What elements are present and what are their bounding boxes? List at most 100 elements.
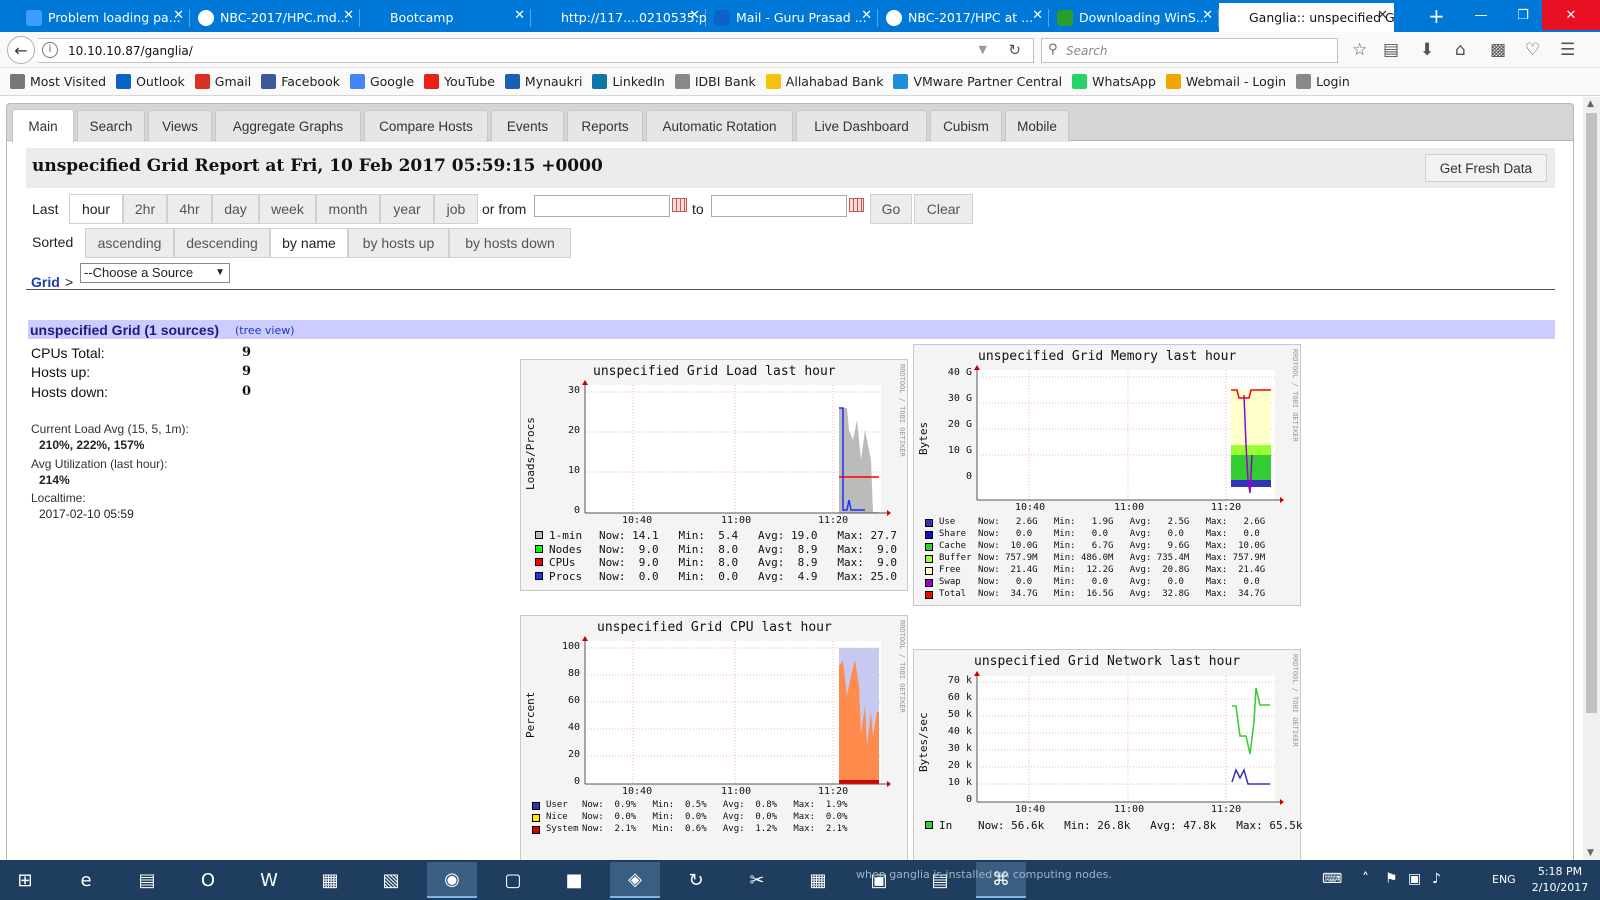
language-indicator[interactable]: ENG (1492, 873, 1516, 886)
home-icon[interactable]: ⌂ (1455, 40, 1466, 60)
firefox-icon[interactable]: ◉ (427, 862, 477, 898)
scroll-down-icon[interactable]: ▼ (1587, 848, 1594, 858)
sort-ascending[interactable]: ascending (85, 228, 174, 258)
close-icon[interactable]: ✕ (343, 8, 354, 23)
range-day[interactable]: day (212, 194, 259, 224)
bookmark-item[interactable]: Webmail - Login (1165, 74, 1286, 89)
pocket-icon[interactable]: ♡ (1525, 40, 1540, 60)
outlook-icon[interactable]: O (183, 862, 233, 898)
back-button[interactable]: ← (7, 36, 35, 64)
close-icon[interactable]: ✕ (861, 8, 872, 23)
extension-icon[interactable]: ▩ (1490, 40, 1506, 60)
network-graph[interactable]: unspecified Grid Network last hour Bytes… (913, 649, 1303, 860)
get-fresh-data-button[interactable]: Get Fresh Data (1424, 154, 1547, 182)
bookmark-item[interactable]: YouTube (424, 74, 495, 89)
range-month[interactable]: month (316, 194, 380, 224)
reload-icon[interactable]: ↻ (1008, 41, 1021, 59)
close-icon[interactable]: ✕ (173, 8, 184, 23)
sort-by-name[interactable]: by name (270, 228, 348, 258)
bookmark-item[interactable]: VMware Partner Central (893, 74, 1062, 89)
close-icon[interactable]: ✕ (1202, 8, 1213, 23)
network-app-icon[interactable]: ◈ (610, 862, 660, 898)
info-icon[interactable]: i (42, 42, 58, 58)
tab-views[interactable]: Views (148, 110, 212, 142)
chevron-up-icon[interactable]: ˄ (1362, 871, 1369, 887)
calendar-from-icon[interactable] (672, 198, 687, 212)
taskbar-clock[interactable]: 5:18 PM 2/10/2017 (1530, 864, 1590, 896)
command-prompt-icon[interactable]: ■ (549, 862, 599, 898)
bookmark-item[interactable]: Most Visited (10, 74, 106, 89)
file-explorer-icon[interactable]: ▤ (122, 862, 172, 898)
range-week[interactable]: week (259, 194, 316, 224)
windows-start-icon[interactable]: ⊞ (0, 862, 50, 898)
close-icon[interactable]: ✕ (1032, 8, 1043, 23)
tab-mobile[interactable]: Mobile (1005, 110, 1069, 142)
range-hour[interactable]: hour (69, 194, 123, 224)
close-icon[interactable]: ✕ (514, 8, 525, 23)
close-icon[interactable]: ✕ (689, 8, 700, 23)
sort-by-hosts-up[interactable]: by hosts up (348, 228, 449, 258)
bookmark-item[interactable]: Allahabad Bank (765, 74, 883, 89)
word-icon[interactable]: W (244, 862, 294, 898)
browser-tab[interactable]: NBC-2017/HPC at ... ✕ (878, 3, 1049, 32)
go-button[interactable]: Go (870, 194, 912, 224)
scroll-up-icon[interactable]: ▲ (1587, 99, 1594, 109)
internet-explorer-icon[interactable]: e (61, 862, 111, 898)
tab-live-dashboard[interactable]: Live Dashboard (796, 110, 927, 142)
refresh-app-icon[interactable]: ↻ (671, 862, 721, 898)
control-panel-icon[interactable]: ▦ (305, 862, 355, 898)
bookmark-item[interactable]: IDBI Bank (674, 74, 756, 89)
tab-events[interactable]: Events (491, 110, 564, 142)
calculator-icon[interactable]: ▦ (793, 862, 843, 898)
app-window-icon[interactable]: ▢ (488, 862, 538, 898)
tab-reports[interactable]: Reports (567, 110, 643, 142)
browser-tab[interactable]: Mail - Guru Prasad ... ✕ (706, 3, 878, 32)
snipping-tool-icon[interactable]: ✂ (732, 862, 782, 898)
bookmark-item[interactable]: Outlook (116, 74, 185, 89)
range-4hr[interactable]: 4hr (167, 194, 212, 224)
flag-icon[interactable]: ⚑ (1385, 871, 1398, 887)
bookmark-item[interactable]: Gmail (194, 74, 251, 89)
bookmark-item[interactable]: Login (1296, 74, 1350, 89)
tab-search[interactable]: Search (77, 110, 145, 142)
grid-link[interactable]: Grid (31, 274, 60, 290)
browser-tab[interactable]: NBC-2017/HPC.md... ✕ (190, 3, 360, 32)
source-select[interactable]: --Choose a Source ▼ (80, 263, 230, 283)
keyboard-icon[interactable]: ⌨ (1322, 871, 1342, 887)
range-year[interactable]: year (380, 194, 434, 224)
bookmark-item[interactable]: Facebook (261, 74, 340, 89)
browser-tab[interactable]: Problem loading pa... ✕ (18, 3, 190, 32)
memory-graph[interactable]: unspecified Grid Memory last hour Bytes … (913, 344, 1301, 606)
tab-cubism[interactable]: Cubism (930, 110, 1002, 142)
browser-tab[interactable]: Ganglia:: unspecified Gr...✕ (1219, 3, 1394, 32)
new-tab-button[interactable]: + (1428, 4, 1445, 28)
tree-view-link[interactable]: (tree view) (235, 324, 295, 337)
network-icon[interactable]: ▣ (1408, 871, 1421, 887)
range-job[interactable]: job (434, 194, 478, 224)
performance-monitor-icon[interactable]: ▧ (366, 862, 416, 898)
load-graph[interactable]: unspecified Grid Load last hour Loads/Pr… (520, 359, 908, 591)
bookmark-item[interactable]: Google (349, 74, 414, 89)
sort-by-hosts-down[interactable]: by hosts down (449, 228, 571, 258)
clear-button[interactable]: Clear (914, 194, 973, 224)
cpu-graph[interactable]: unspecified Grid CPU last hour Percent R… (520, 615, 908, 860)
calendar-to-icon[interactable] (849, 198, 864, 212)
search-input[interactable]: ⚲ Search (1041, 38, 1338, 63)
reading-list-icon[interactable]: ▤ (1383, 40, 1399, 60)
bookmark-item[interactable]: WhatsApp (1072, 74, 1156, 89)
bookmark-star-icon[interactable]: ☆ (1352, 40, 1367, 60)
browser-tab[interactable]: Bootcamp ✕ (360, 3, 531, 32)
tab-aggregate-graphs[interactable]: Aggregate Graphs (215, 110, 361, 142)
download-icon[interactable]: ⬇ (1420, 40, 1434, 60)
tab-compare-hosts[interactable]: Compare Hosts (364, 110, 488, 142)
browser-tab[interactable]: Downloading WinS... ✕ (1049, 3, 1219, 32)
sort-descending[interactable]: descending (174, 228, 270, 258)
page-scrollbar[interactable]: ▲ ▼ (1583, 97, 1600, 860)
scrollbar-thumb[interactable] (1586, 113, 1597, 713)
bookmark-item[interactable]: LinkedIn (592, 74, 665, 89)
range-2hr[interactable]: 2hr (123, 194, 167, 224)
restore-button[interactable]: ❐ (1500, 0, 1546, 30)
tab-main[interactable]: Main (12, 109, 74, 143)
minimize-button[interactable]: — (1458, 0, 1504, 30)
url-bar[interactable]: i 10.10.10.87/ganglia/ ▼ ↻ (38, 38, 1034, 63)
